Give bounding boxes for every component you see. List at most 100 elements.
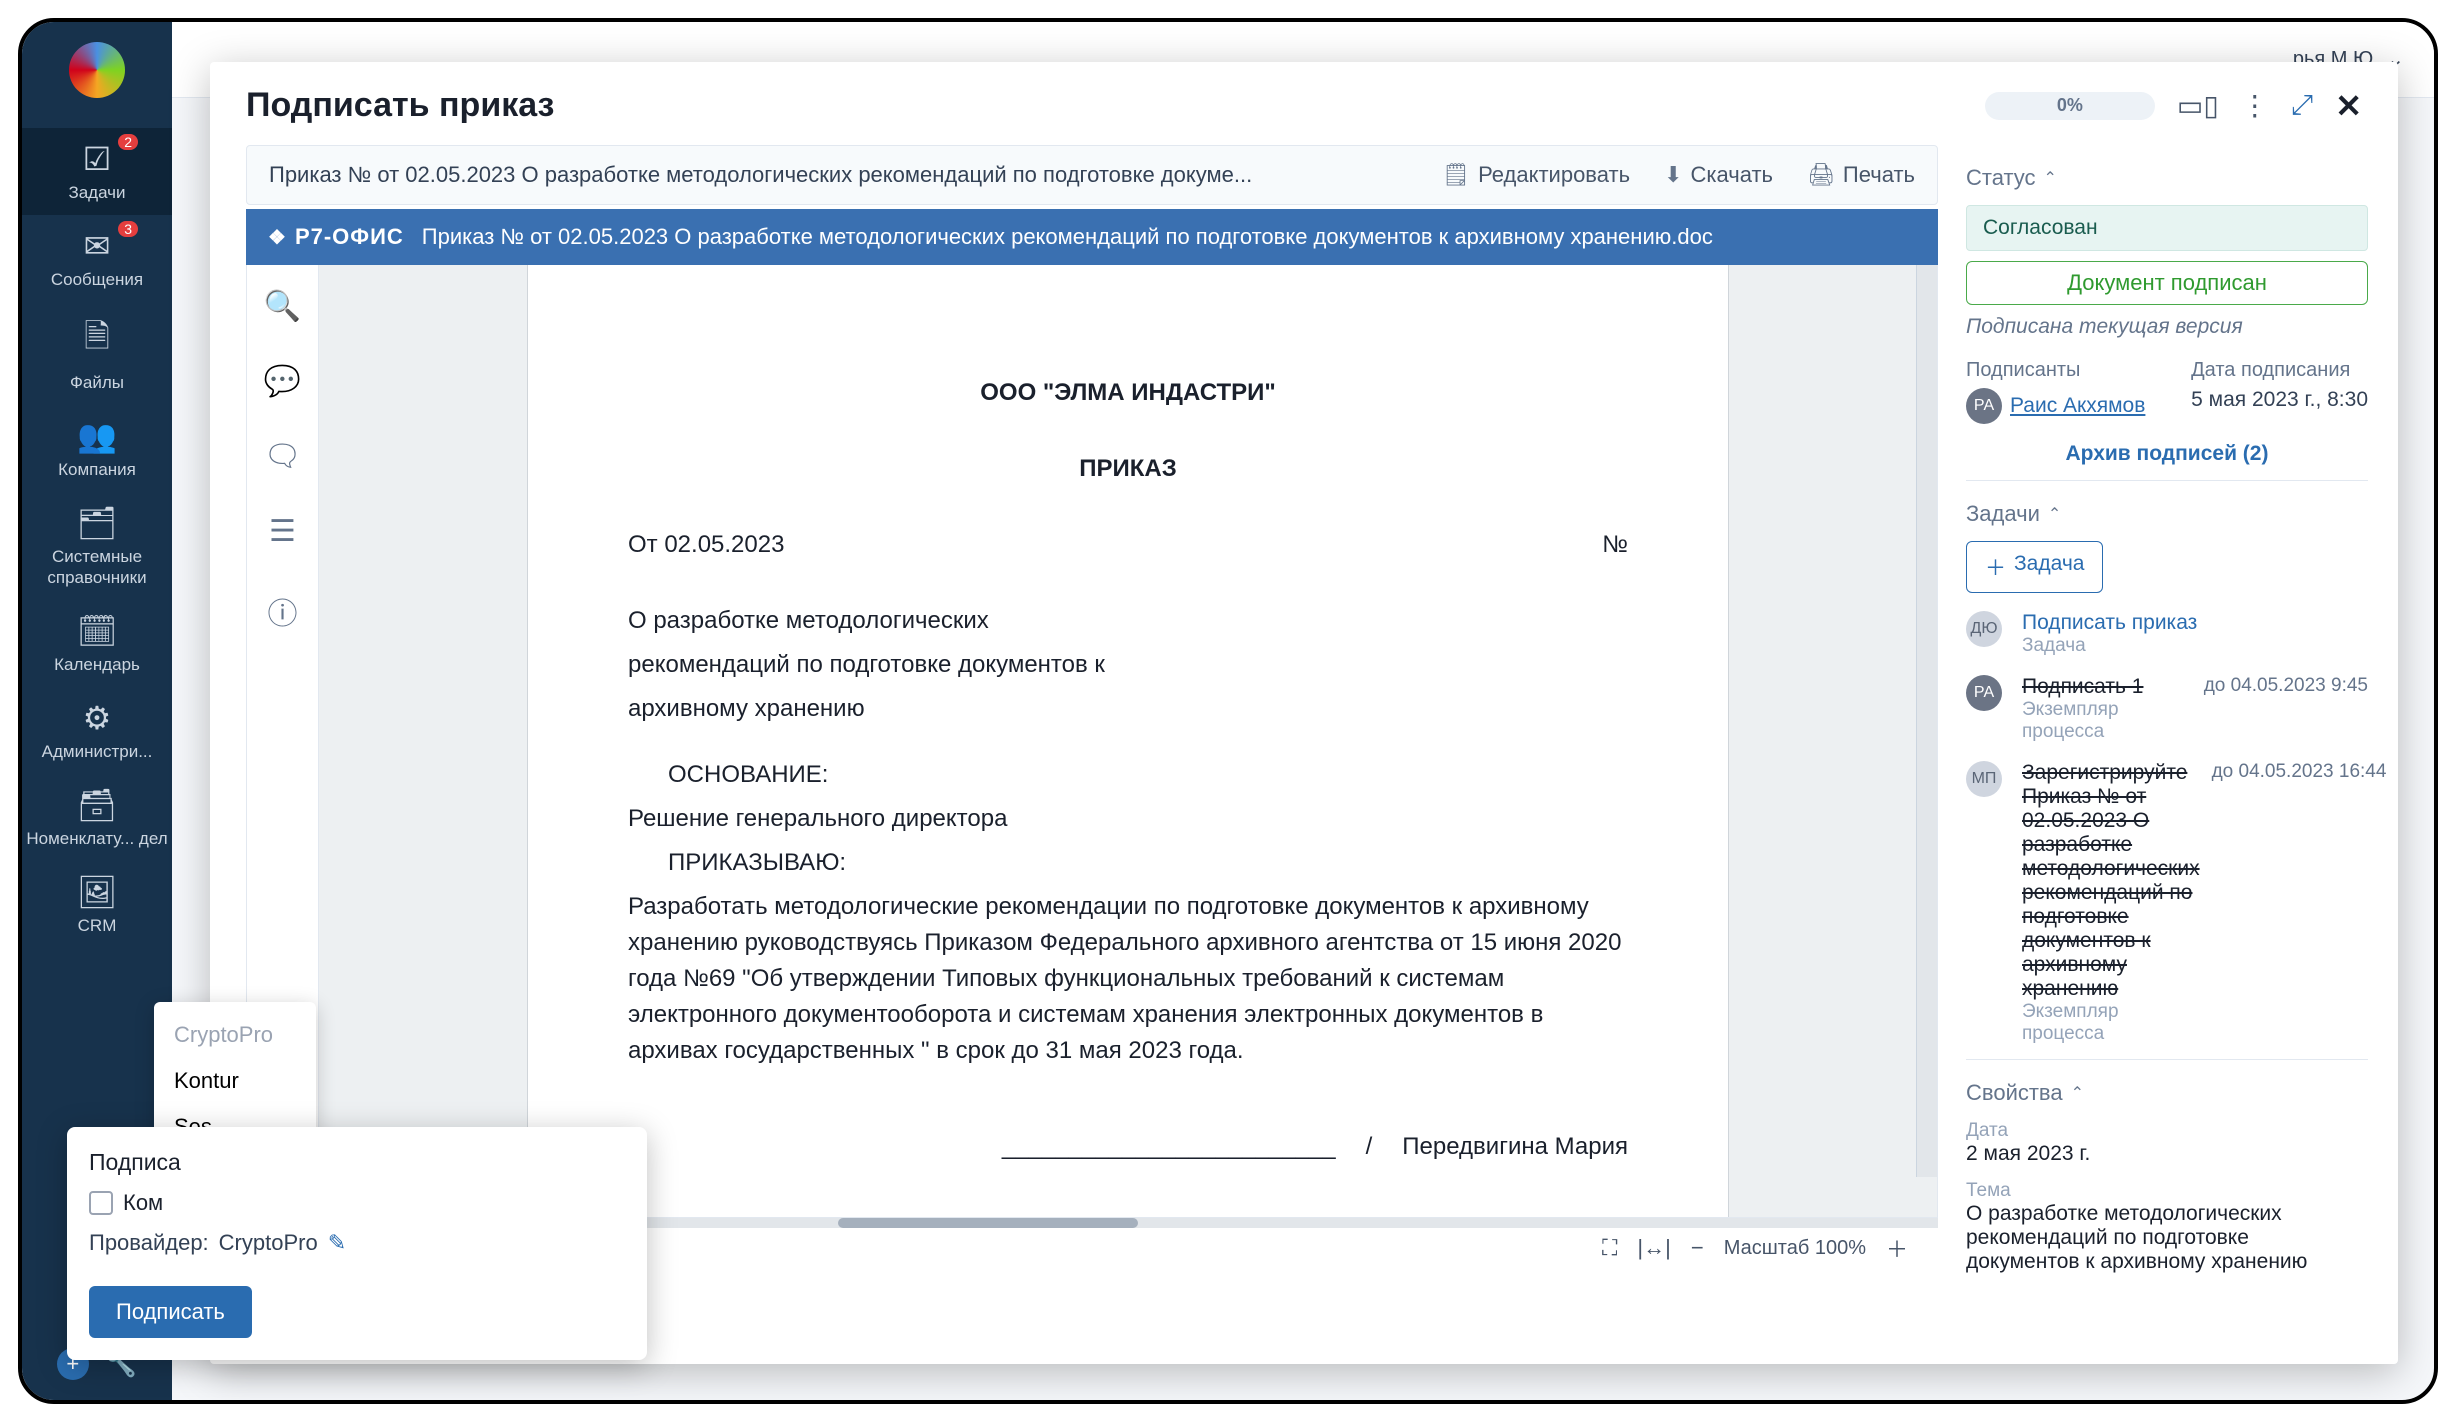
download-button[interactable]: ⬇ Скачать	[1664, 162, 1773, 188]
r7-filename: Приказ № от 02.05.2023 О разработке мето…	[422, 224, 1713, 250]
archive-signatures-link[interactable]: Архив подписей (2)	[1966, 442, 2368, 466]
nav-company[interactable]: 👥 Компания	[22, 405, 172, 492]
doc-subject-line: О разработке методологических	[628, 603, 1628, 639]
outline-icon[interactable]: ☰	[269, 514, 296, 549]
nav-files[interactable]: 🗎 Файлы	[22, 302, 172, 405]
zoom-label: Масштаб 100%	[1724, 1237, 1866, 1260]
status-section-header[interactable]: Статус ⌃	[1966, 165, 2368, 191]
doc-basis-label: ОСНОВАНИЕ:	[628, 757, 1628, 793]
signature-name: Передвигина Мария	[1402, 1129, 1628, 1165]
nav-nomenclature[interactable]: 🗃 Номенклату... дел	[22, 774, 172, 861]
sign-date: 5 мая 2023 г., 8:30	[2191, 388, 2368, 412]
task-title: Подписать 1	[2022, 675, 2192, 699]
folder-icon: 🗂	[26, 504, 168, 542]
signed-banner: Документ подписан	[1966, 261, 2368, 305]
more-vertical-icon[interactable]: ⋮	[2241, 89, 2269, 122]
signature-line: _________________________	[1002, 1129, 1336, 1165]
task-subtitle: Задача	[2022, 635, 2368, 657]
download-icon: ⬇	[1664, 162, 1682, 188]
comment-icon[interactable]: 💬	[264, 364, 301, 399]
gear-icon: ⚙	[26, 699, 168, 737]
nav-admin[interactable]: ⚙ Администри...	[22, 687, 172, 774]
status-value: Согласован	[1966, 205, 2368, 251]
provider-option[interactable]: Kontur	[154, 1058, 316, 1104]
doc-basis: Решение генерального директора	[628, 801, 1628, 837]
archive-icon: 🗃	[26, 786, 168, 824]
modal-title: Подписать приказ	[246, 86, 554, 125]
document-name: Приказ № от 02.05.2023 О разработке мето…	[269, 162, 1408, 188]
checkbox-icon[interactable]	[89, 1191, 113, 1215]
doc-date: От 02.05.2023	[628, 527, 784, 563]
book-icon[interactable]: ▭▯	[2177, 89, 2219, 122]
nav-directories[interactable]: 🗂 Системные справочники	[22, 492, 172, 600]
avatar: ДЮ	[1966, 611, 2002, 647]
chevron-up-icon: ⌃	[2048, 504, 2061, 524]
id-icon: 🖼	[26, 873, 168, 911]
task-due: до 04.05.2023 9:45	[2204, 675, 2368, 743]
print-button[interactable]: 🖨 Печать	[1807, 162, 1915, 188]
app-logo-icon	[69, 42, 125, 98]
sign-confirm-button[interactable]: Подписать	[89, 1286, 252, 1338]
r7-logo: Р7-ОФИС	[268, 224, 404, 250]
chevron-up-icon: ⌃	[2044, 168, 2057, 188]
tasks-head-label: Задачи	[1966, 501, 2040, 527]
nav-messages[interactable]: 3 ✉ Сообщения	[22, 215, 172, 302]
nav-tasks[interactable]: 2 ☑ Задачи	[22, 128, 172, 215]
prop-theme-value: О разработке методологических рекомендац…	[1966, 1202, 2368, 1274]
props-head-label: Свойства	[1966, 1080, 2063, 1106]
prop-date-label: Дата	[1966, 1120, 2368, 1142]
avatar: МП	[1966, 761, 2002, 797]
nav-label: Системные справочники	[47, 547, 146, 587]
fit-page-icon[interactable]: ⛶	[1602, 1235, 1617, 1261]
edit-button[interactable]: 🗒 Редактировать	[1442, 162, 1630, 188]
provider-option[interactable]: CryptoPro	[154, 1012, 316, 1058]
printer-icon: 🖨	[1807, 162, 1835, 188]
comment-checkbox-row[interactable]: Ком	[89, 1190, 625, 1216]
task-item[interactable]: ДЮ Подписать приказ Задача	[1966, 611, 2368, 657]
task-title[interactable]: Подписать приказ	[2022, 611, 2368, 635]
sign-popup: Подписа Ком Провайдер: CryptoPro ✎ Подпи…	[67, 1127, 647, 1360]
provider-value: CryptoPro	[219, 1230, 318, 1256]
zoom-out-icon[interactable]: −	[1691, 1235, 1704, 1261]
prop-date-value: 2 мая 2023 г.	[1966, 1142, 2368, 1166]
close-icon[interactable]: ✕	[2335, 87, 2362, 125]
task-item[interactable]: МП Зарегистрируйте Приказ № от 02.05.202…	[1966, 761, 2368, 1045]
task-title: Зарегистрируйте Приказ № от 02.05.2023 О…	[2022, 761, 2200, 1001]
tasks-section-header[interactable]: Задачи ⌃	[1966, 501, 2368, 527]
status-head-label: Статус	[1966, 165, 2036, 191]
nav-label: Файлы	[70, 373, 124, 392]
provider-label: Провайдер:	[89, 1230, 209, 1256]
nav-crm[interactable]: 🖼 CRM	[22, 861, 172, 948]
chat-icon[interactable]: 🗨	[263, 439, 301, 474]
doc-subject-line: архивному хранению	[628, 691, 1628, 727]
signers-label: Подписанты	[1966, 359, 2145, 382]
pencil-square-icon: 🗒	[1442, 162, 1470, 188]
properties-section-header[interactable]: Свойства ⌃	[1966, 1080, 2368, 1106]
document-viewport[interactable]: ООО "ЭЛМА ИНДАСТРИ" ПРИКАЗ От 02.05.2023…	[319, 265, 1937, 1217]
nav-label: Задачи	[68, 183, 125, 202]
doc-subject-line: рекомендаций по подготовке документов к	[628, 647, 1628, 683]
doc-order-label: ПРИКАЗЫВАЮ:	[628, 845, 1628, 881]
pencil-icon[interactable]: ✎	[328, 1230, 346, 1256]
badge: 2	[118, 134, 138, 150]
prop-theme-label: Тема	[1966, 1180, 2368, 1202]
nav-label: Номенклату... дел	[26, 829, 167, 848]
people-icon: 👥	[26, 417, 168, 455]
task-item[interactable]: РА Подписать 1 Экземпляр процесса до 04.…	[1966, 675, 2368, 743]
r7-office-bar: Р7-ОФИС Приказ № от 02.05.2023 О разрабо…	[246, 209, 1938, 265]
info-icon[interactable]: ⓘ	[268, 589, 298, 633]
nav-calendar[interactable]: 🗓 Календарь	[22, 600, 172, 687]
fit-width-icon[interactable]: |↔|	[1637, 1235, 1670, 1261]
task-subtitle: Экземпляр процесса	[2022, 1001, 2200, 1045]
side-info-panel: Статус ⌃ Согласован Документ подписан По…	[1938, 145, 2398, 1364]
signer-link[interactable]: Раис Акхямов	[2010, 394, 2145, 418]
zoom-in-icon[interactable]: ＋	[1886, 1232, 1908, 1264]
plus-icon: ＋	[1985, 552, 2006, 582]
avatar: РА	[1966, 675, 2002, 711]
signed-note: Подписана текущая версия	[1966, 315, 2368, 339]
search-icon[interactable]: 🔍	[264, 289, 301, 324]
expand-icon[interactable]: ⤢	[2291, 89, 2313, 122]
sign-popup-heading: Подписа	[89, 1149, 625, 1176]
avatar: РА	[1966, 388, 2002, 424]
add-task-outline-button[interactable]: ＋ Задача	[1966, 541, 2103, 593]
